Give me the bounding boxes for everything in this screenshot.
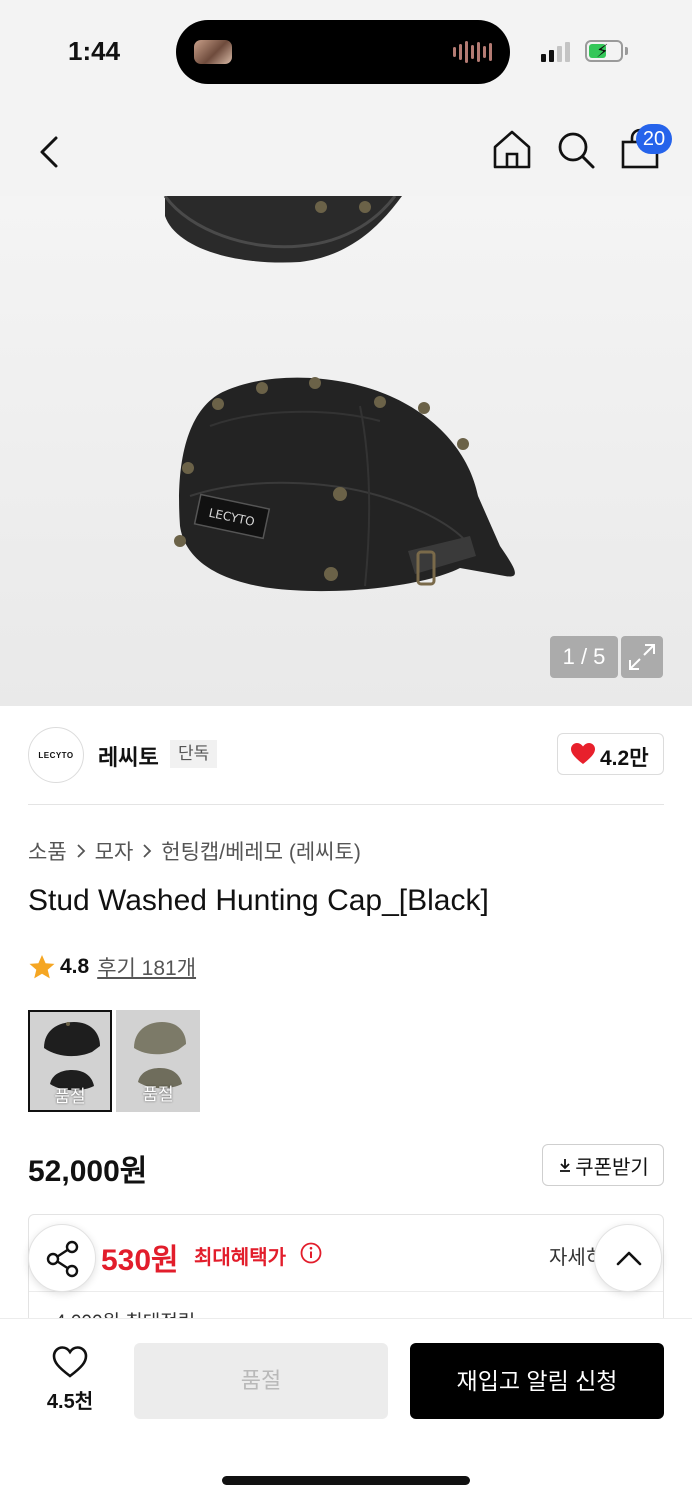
- product-price: 52,000원: [28, 1155, 148, 1188]
- audio-wave-icon: [453, 40, 492, 64]
- download-icon: [560, 1159, 571, 1172]
- home-icon[interactable]: [490, 127, 534, 171]
- brand-name[interactable]: 레씨토: [98, 740, 159, 772]
- brand-like-button[interactable]: 4.2만: [557, 733, 664, 775]
- max-benefit-price: 530원: [101, 1244, 179, 1277]
- battery-tip: [625, 47, 628, 55]
- scroll-to-top-button[interactable]: [594, 1224, 662, 1292]
- bottom-action-bar: 4.5천 품절 재입고 알림 신청: [0, 1318, 692, 1500]
- share-button[interactable]: [28, 1224, 96, 1292]
- max-benefit-label: 최대혜택가: [194, 1247, 286, 1269]
- soldout-button: 품절: [134, 1343, 388, 1419]
- section-divider: [28, 804, 664, 805]
- share-icon: [46, 1240, 79, 1278]
- search-icon[interactable]: [554, 128, 598, 172]
- expand-icon[interactable]: [621, 636, 663, 678]
- status-bar: 1:44 ⚡: [0, 0, 692, 100]
- rating-score: 4.8: [60, 955, 90, 978]
- home-indicator: [222, 1476, 470, 1485]
- variant-black[interactable]: 품절: [28, 1010, 112, 1112]
- product-image-gallery[interactable]: LECYTO 1 / 5: [0, 196, 692, 706]
- product-like-button[interactable]: 4.5천: [28, 1343, 112, 1415]
- brand-logo[interactable]: LECYTO: [28, 727, 84, 783]
- dynamic-island: [176, 20, 510, 84]
- now-playing-thumbnail: [194, 40, 232, 64]
- breadcrumb-item[interactable]: 모자: [95, 836, 134, 866]
- restock-alert-button[interactable]: 재입고 알림 신청: [410, 1343, 664, 1419]
- coupon-download-button[interactable]: 쿠폰받기: [542, 1144, 664, 1186]
- product-page: 1:44 ⚡ 20 LECYTO 1 / 5 LECYTO 레씨토 단독 4.2…: [0, 0, 692, 1500]
- battery-icon: ⚡: [585, 40, 623, 62]
- top-navigation: [0, 100, 692, 196]
- chevron-up-icon: [616, 1251, 642, 1266]
- info-icon[interactable]: [300, 1242, 322, 1264]
- chevron-right-icon: [77, 844, 85, 858]
- status-time: 1:44: [68, 36, 121, 66]
- brand-row[interactable]: LECYTO 레씨토 단독 4.2만: [0, 706, 692, 804]
- product-like-count: 4.5천: [46, 1391, 94, 1413]
- soldout-label: 품절: [142, 1085, 174, 1104]
- chevron-right-icon: [143, 844, 152, 858]
- coupon-label: 쿠폰받기: [575, 1156, 649, 1179]
- brand-like-count: 4.2만: [600, 747, 649, 770]
- breadcrumb-item[interactable]: 헌팅캡/베레모 (레씨토): [161, 836, 361, 866]
- soldout-label: 품절: [54, 1087, 86, 1106]
- breadcrumb: 소품 모자 헌팅캡/베레모 (레씨토): [28, 836, 361, 866]
- rating-summary: 4.8 후기 181개: [28, 952, 196, 982]
- product-image: LECYTO: [163, 196, 515, 592]
- variant-khaki[interactable]: 품절: [116, 1010, 200, 1112]
- breadcrumb-item[interactable]: 소품: [28, 836, 67, 866]
- star-icon: [29, 955, 55, 979]
- image-pager: 1 / 5: [550, 636, 618, 678]
- cellular-signal-icon: [541, 40, 570, 62]
- back-icon[interactable]: [28, 130, 72, 174]
- cart-count-badge: 20: [636, 124, 672, 154]
- heart-outline-icon: [52, 1346, 88, 1378]
- exclusive-badge: 단독: [170, 740, 218, 768]
- heart-filled-icon: [571, 743, 595, 764]
- benefit-divider: [29, 1291, 663, 1292]
- product-title: Stud Washed Hunting Cap_[Black]: [28, 884, 489, 917]
- review-count-link[interactable]: 후기 181개: [97, 952, 196, 982]
